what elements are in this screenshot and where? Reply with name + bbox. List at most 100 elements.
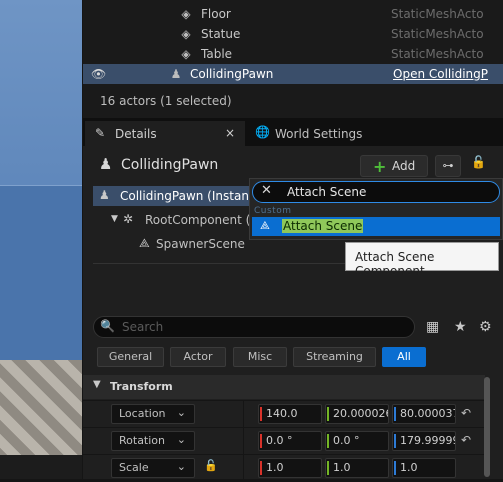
gear-icon[interactable]: ⚙ [479,319,492,335]
y-value: 1.0 [333,461,351,474]
tooltip-text: Attach Scene Component [355,250,435,278]
z-value: 80.000037 [400,407,456,420]
filter-misc[interactable]: Misc [233,347,287,367]
add-label: Add [392,159,416,173]
y-axis-bar [327,461,329,475]
z-value: 1.0 [400,461,418,474]
chevron-down-icon: ⌄ [176,406,186,419]
location-x-field[interactable]: 140.0 [258,404,322,424]
z-axis-bar [394,461,396,475]
lock-icon[interactable]: 🔓 [204,459,218,472]
outliner-row-collidingpawn[interactable]: 👁 ♟ CollidingPawn Open CollidingP [83,64,503,84]
viewport-floor [0,360,82,462]
star-icon[interactable]: ★ [454,319,467,335]
scale-x-field[interactable]: 1.0 [258,458,322,478]
actor-title[interactable]: CollidingPawn [121,157,218,173]
chevron-down-icon: ⌄ [176,460,186,473]
actor-name: CollidingPawn [190,67,274,81]
reset-icon[interactable]: ↶ [461,433,471,447]
actor-count: 16 actors (1 selected) [100,94,232,108]
pawn-icon: ♟ [170,67,182,81]
scene-component-icon: ⟁ [260,219,270,232]
rotation-y-field[interactable]: 0.0 ° [325,431,389,451]
scale-y-field[interactable]: 1.0 [325,458,389,478]
scale-z-field[interactable]: 1.0 [392,458,456,478]
table-view-icon[interactable]: ▦ [426,319,439,335]
actor-name: Table [201,47,233,61]
x-axis-bar [260,407,262,421]
menu-item-label: Attach Scene [282,219,364,233]
component-search-input[interactable]: ✕ Attach Scene [252,181,500,203]
tab-label: World Settings [275,127,363,141]
world-outliner: ◈ Floor StaticMeshActo ◈ Statue StaticMe… [83,0,503,118]
add-component-menu: ✕ Attach Scene Custom ⟁ Attach Scene [249,178,503,240]
outliner-row-statue[interactable]: ◈ Statue StaticMeshActo [83,24,503,44]
tab-world-settings[interactable]: 🌐 World Settings [248,121,398,146]
z-value: 179.99999 [400,434,456,447]
static-mesh-icon: ◈ [181,47,191,61]
pawn-icon: ♟ [99,155,113,173]
filter-streaming[interactable]: Streaming [293,347,376,367]
lock-icon[interactable]: 🔓 [471,155,486,169]
blueprint-icon[interactable]: ⊶ [435,155,461,177]
actor-name: Floor [201,7,231,21]
chevron-down-icon[interactable]: ▼ [111,214,118,224]
reset-icon[interactable]: ↶ [461,406,471,420]
tab-details[interactable]: ✎ Details × [85,121,245,146]
scale-row: Scale ⌄ 🔓 1.0 1.0 1.0 [83,454,485,482]
actor-type: StaticMeshActo [391,47,484,61]
viewport-bottom [0,455,82,479]
clear-search-icon[interactable]: ✕ [261,183,272,198]
x-value: 1.0 [266,461,284,474]
scene-component-icon: ⟁ [139,236,150,250]
filter-all[interactable]: All [382,347,426,367]
property-label: Rotation [119,434,166,447]
open-actor-link[interactable]: Open CollidingP [393,67,488,81]
x-axis-bar [260,434,262,448]
location-row: Location ⌄ 140.0 20.000026 80.000037 ↶ [83,400,485,428]
location-y-field[interactable]: 20.000026 [325,404,389,424]
y-axis-bar [327,434,329,448]
outliner-row-table[interactable]: ◈ Table StaticMeshActo [83,44,503,64]
globe-icon: 🌐 [255,125,270,139]
transform-section-header[interactable]: ▼ Transform [83,375,485,399]
component-label: SpawnerScene [156,237,245,251]
location-dropdown[interactable]: Location ⌄ [111,404,195,424]
scene-component-icon: ✲ [123,212,134,226]
level-viewport[interactable] [0,0,82,479]
property-label: Location [119,407,166,420]
z-axis-bar [394,407,396,421]
static-mesh-icon: ◈ [181,27,191,41]
outliner-row-floor[interactable]: ◈ Floor StaticMeshActo [83,4,503,24]
details-search-input[interactable]: 🔍 Search [93,316,415,338]
section-title: Transform [110,380,173,393]
plus-icon: + [373,157,387,176]
rotation-dropdown[interactable]: Rotation ⌄ [111,431,195,451]
close-icon[interactable]: × [225,126,235,140]
y-value: 20.000026 [333,407,389,420]
menu-item-attach-scene[interactable]: ⟁ Attach Scene [252,217,500,236]
actor-name: Statue [201,27,241,41]
column-divider [243,401,244,428]
chevron-down-icon: ⌄ [176,433,186,446]
search-text: Attach Scene [287,185,367,199]
property-label: Scale [119,461,149,474]
search-icon: 🔍 [100,319,115,333]
y-axis-bar [327,407,329,421]
column-divider [243,455,244,482]
details-scrollbar[interactable] [484,377,490,477]
scale-dropdown[interactable]: Scale ⌄ [111,458,195,478]
rotation-z-field[interactable]: 179.99999 [392,431,456,451]
column-divider [243,428,244,455]
static-mesh-icon: ◈ [181,7,191,21]
add-component-button[interactable]: + Add [360,155,428,177]
location-z-field[interactable]: 80.000037 [392,404,456,424]
actor-type: StaticMeshActo [391,7,484,21]
rotation-x-field[interactable]: 0.0 ° [258,431,322,451]
category-label: Custom [254,206,292,216]
filter-general[interactable]: General [97,347,164,367]
tab-label: Details [115,127,157,141]
visibility-eye-icon[interactable]: 👁 [91,67,106,81]
filter-actor[interactable]: Actor [170,347,226,367]
tooltip: Attach Scene Component [345,242,499,278]
